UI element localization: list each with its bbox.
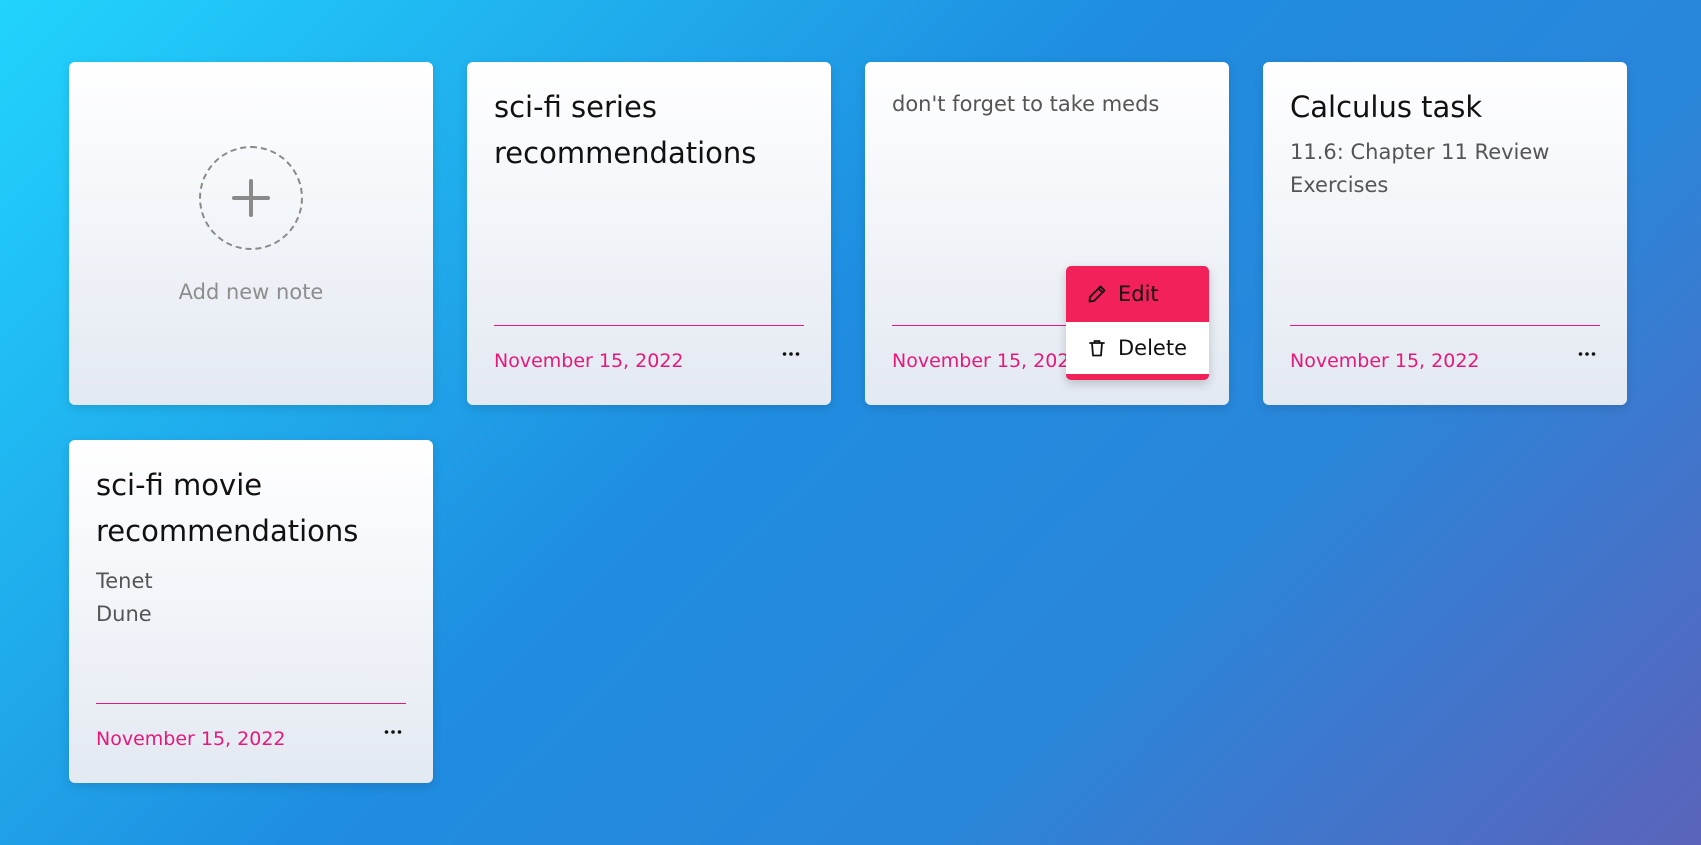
note-date: November 15, 2022: [1290, 350, 1480, 372]
note-title: sci-fi series recommendations: [494, 90, 757, 170]
edit-menu-item[interactable]: Edit: [1066, 266, 1209, 322]
note-title: sci-fi movie recommendations: [96, 468, 359, 548]
note-divider: [96, 703, 406, 704]
note-date: November 15, 2022: [892, 350, 1082, 372]
note-card[interactable]: Calculus task 11.6: Chapter 11 Review Ex…: [1263, 62, 1627, 405]
note-divider: [494, 325, 804, 326]
pencil-icon: [1087, 284, 1107, 304]
note-date: November 15, 2022: [494, 350, 684, 372]
edit-label: Edit: [1118, 282, 1159, 306]
note-card[interactable]: sci-fi series recommendations November 1…: [467, 62, 831, 405]
note-divider: [1290, 325, 1600, 326]
notes-grid: Add new note sci-fi series recommendatio…: [69, 62, 1627, 783]
add-note-label: Add new note: [178, 280, 324, 304]
add-note-card[interactable]: Add new note: [69, 62, 433, 405]
more-horizontal-icon: [1578, 352, 1596, 356]
more-horizontal-icon: [782, 352, 800, 356]
more-options-button[interactable]: [1575, 344, 1599, 364]
note-body: Tenet Dune: [96, 569, 153, 626]
more-options-button[interactable]: [381, 722, 405, 742]
add-note-button[interactable]: [199, 146, 303, 250]
delete-label: Delete: [1118, 336, 1187, 360]
note-body: don't forget to take meds: [892, 92, 1160, 116]
more-options-button[interactable]: [779, 344, 803, 364]
delete-menu-item[interactable]: Delete: [1066, 322, 1209, 374]
plus-icon: [232, 179, 270, 217]
note-context-menu: Edit Delete: [1066, 266, 1209, 380]
note-body: 11.6: Chapter 11 Review Exercises: [1290, 140, 1550, 197]
trash-icon: [1087, 338, 1107, 358]
more-horizontal-icon: [384, 730, 402, 734]
note-date: November 15, 2022: [96, 728, 286, 750]
note-title: Calculus task: [1290, 90, 1483, 124]
note-card[interactable]: sci-fi movie recommendations Tenet Dune …: [69, 440, 433, 783]
note-card[interactable]: don't forget to take meds November 15, 2…: [865, 62, 1229, 405]
